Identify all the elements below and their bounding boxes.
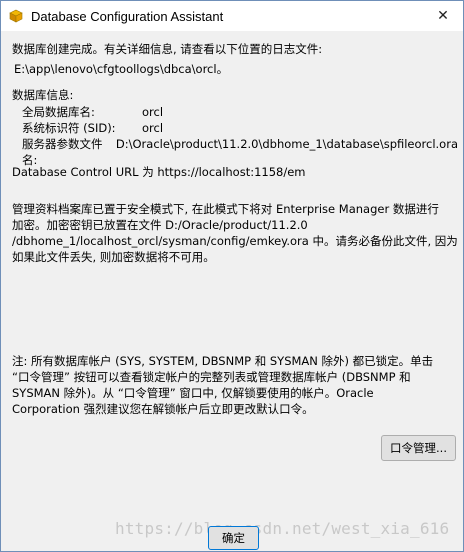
note-line: “口令管理” 按钮可以查看锁定帐户的完整列表或管理数据库帐户 (DBSNMP 和 xyxy=(12,370,411,384)
db-info-row: 系统标识符 (SID): orcl xyxy=(12,120,458,136)
db-info-list: 全局数据库名: orcl 系统标识符 (SID): orcl 服务器参数文件名:… xyxy=(12,104,458,168)
dbca-dialog: Database Configuration Assistant ✕ 数据库创建… xyxy=(0,0,464,552)
log-path: E:\app\lenovo\cfgtoollogs\dbca\orcl。 xyxy=(14,62,229,76)
completion-text: 数据库创建完成。有关详细信息, 请查看以下位置的日志文件: xyxy=(12,42,323,56)
db-info-value: orcl xyxy=(142,105,164,119)
note-line: 注: 所有数据库帐户 (SYS, SYSTEM, DBSNMP 和 SYSMAN… xyxy=(12,354,434,368)
repository-text: 管理资料档案库已置于安全模式下, 在此模式下将对 Enterprise Mana… xyxy=(12,201,458,265)
password-management-button[interactable]: 口令管理... xyxy=(381,435,456,461)
db-info-row: 全局数据库名: orcl xyxy=(12,104,458,120)
note-line: SYSMAN 除外)。从 “口令管理” 窗口中, 仅解锁要使用的帐户。Oracl… xyxy=(12,386,374,400)
repository-line: 管理资料档案库已置于安全模式下, 在此模式下将对 Enterprise Mana… xyxy=(12,202,439,216)
dbcontrol-url: Database Control URL 为 https://localhost… xyxy=(12,165,306,179)
note-text: 注: 所有数据库帐户 (SYS, SYSTEM, DBSNMP 和 SYSMAN… xyxy=(12,353,458,417)
title-bar: Database Configuration Assistant ✕ xyxy=(1,1,463,31)
db-info-value: orcl xyxy=(142,121,164,135)
db-info-label: 系统标识符 (SID): xyxy=(22,121,116,135)
repository-line: 加密。加密密钥已放置在文件 D:/Oracle/product/11.2.0 xyxy=(12,218,308,232)
db-info-label: 全局数据库名: xyxy=(22,105,95,119)
db-info-heading: 数据库信息: xyxy=(12,88,74,102)
ok-button[interactable]: 确定 xyxy=(208,526,259,550)
note-line: Corporation 强烈建议您在解锁帐户后立即更改默认口令。 xyxy=(12,402,314,416)
app-icon xyxy=(8,8,24,24)
close-icon[interactable]: ✕ xyxy=(423,1,463,31)
repository-line: /dbhome_1/localhost_orcl/sysman/config/e… xyxy=(12,234,458,248)
watermark-text: https://blog.csdn.net/west_xia_616 xyxy=(115,519,450,538)
repository-line: 如果此文件丢失, 则加密数据将不可用。 xyxy=(12,250,215,264)
window-title: Database Configuration Assistant xyxy=(31,8,224,24)
